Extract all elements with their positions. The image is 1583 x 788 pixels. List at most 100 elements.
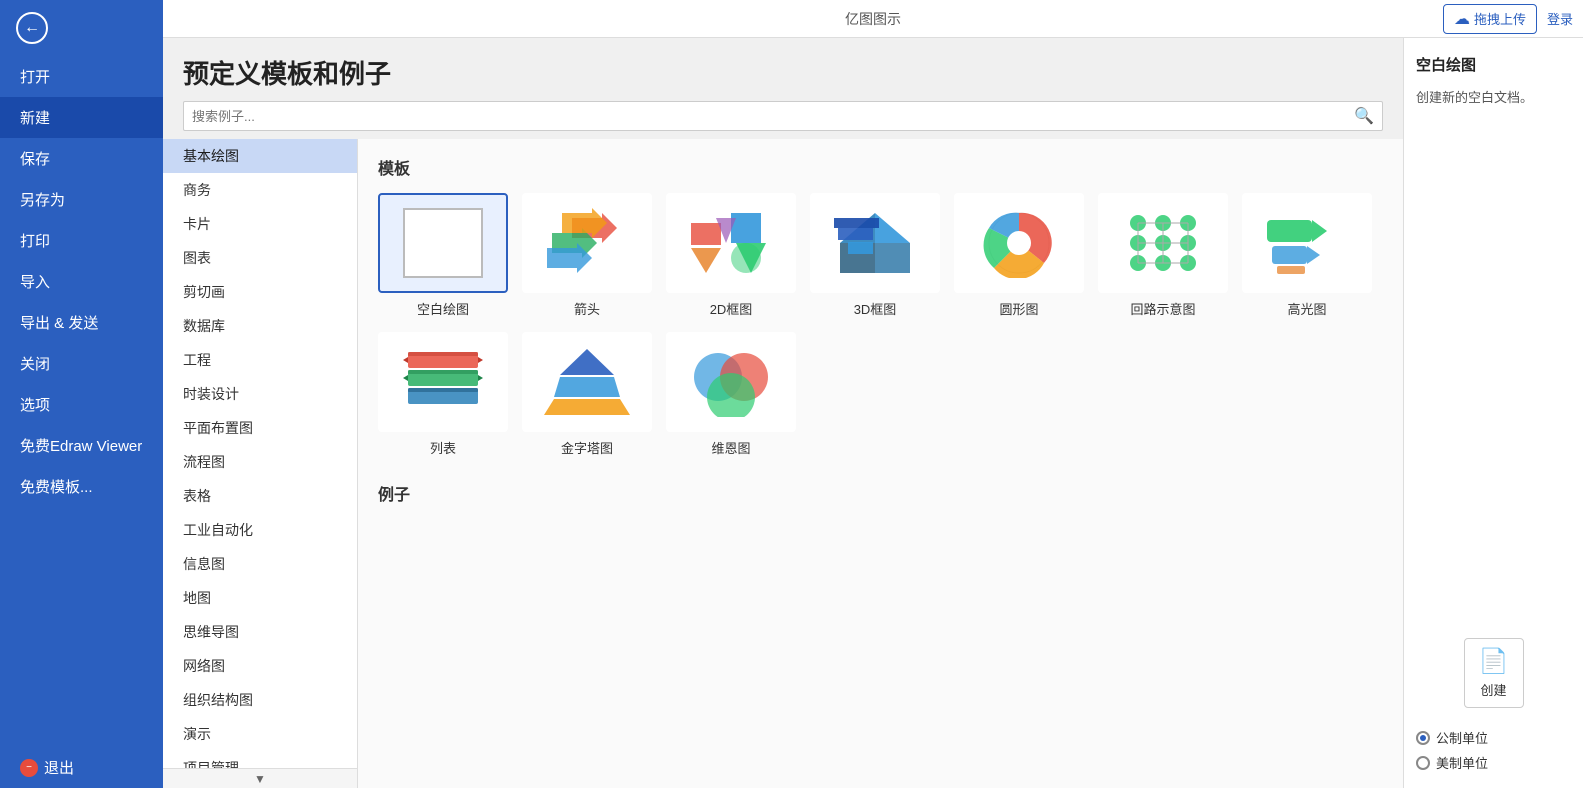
sidebar-item-new[interactable]: 新建 <box>0 97 163 138</box>
template-circuit-label: 回路示意图 <box>1130 299 1195 318</box>
sidebar-item-options[interactable]: 选项 <box>0 384 163 425</box>
template-circle-thumb <box>954 193 1084 293</box>
template-circle-label: 圆形图 <box>999 299 1038 318</box>
topbar-right: ☁ 拖拽上传 登录 <box>1443 4 1573 34</box>
category-item-business[interactable]: 商务 <box>163 173 357 207</box>
pyramid-thumb-svg <box>542 347 632 417</box>
circuit-thumb-svg <box>1118 208 1208 278</box>
back-icon: ← <box>16 12 48 44</box>
unit-radio-group: 公制单位 美制单位 <box>1416 728 1571 772</box>
center-body: 基本绘图 商务 卡片 图表 剪切画 数据库 工程 时装设计 平面布置图 流程图 … <box>163 139 1403 788</box>
center-panel: 预定义模板和例子 🔍 基本绘图 商务 卡片 图表 剪切画 <box>163 38 1403 788</box>
sidebar: ← 打开 新建 保存 另存为 打印 导入 导出 & 发送 关闭 选项 免费Edr… <box>0 0 163 788</box>
back-button[interactable]: ← <box>0 0 163 56</box>
category-item-map[interactable]: 地图 <box>163 581 357 615</box>
examples-section-title: 例子 <box>378 481 1383 505</box>
search-input[interactable] <box>192 109 1348 124</box>
unit-metric[interactable]: 公制单位 <box>1416 728 1571 747</box>
sidebar-nav: 打开 新建 保存 另存为 打印 导入 导出 & 发送 关闭 选项 免费Edraw… <box>0 56 163 788</box>
main-panel: 亿图图示 ☁ 拖拽上传 登录 预定义模板和例子 🔍 <box>163 0 1583 788</box>
sidebar-item-close[interactable]: 关闭 <box>0 343 163 384</box>
category-items-list: 基本绘图 商务 卡片 图表 剪切画 数据库 工程 时装设计 平面布置图 流程图 … <box>163 139 357 768</box>
create-doc-icon: 📄 <box>1479 647 1509 676</box>
upload-icon: ☁ <box>1454 9 1470 29</box>
template-pyramid-label: 金字塔图 <box>561 438 613 457</box>
upload-button[interactable]: ☁ 拖拽上传 <box>1443 4 1537 34</box>
sidebar-item-saveas[interactable]: 另存为 <box>0 179 163 220</box>
category-item-project[interactable]: 项目管理 <box>163 751 357 768</box>
sidebar-item-free-templates[interactable]: 免费模板... <box>0 466 163 507</box>
sidebar-item-save[interactable]: 保存 <box>0 138 163 179</box>
sidebar-item-print[interactable]: 打印 <box>0 220 163 261</box>
page-title: 预定义模板和例子 <box>183 54 1383 91</box>
template-3d-thumb <box>810 193 940 293</box>
category-scroll-down[interactable]: ▼ <box>163 768 357 788</box>
templates-section-title: 模板 <box>378 155 1383 179</box>
sidebar-item-export[interactable]: 导出 & 发送 <box>0 302 163 343</box>
template-2d-thumb <box>666 193 796 293</box>
right-panel-description: 创建新的空白文档。 <box>1416 87 1571 106</box>
category-item-database[interactable]: 数据库 <box>163 309 357 343</box>
search-icon: 🔍 <box>1354 106 1374 126</box>
category-item-basic[interactable]: 基本绘图 <box>163 139 357 173</box>
venn-thumb-svg <box>686 347 776 417</box>
create-btn-label: 创建 <box>1480 680 1506 699</box>
category-item-card[interactable]: 卡片 <box>163 207 357 241</box>
template-pyramid[interactable]: 金字塔图 <box>522 332 652 457</box>
template-arrow-thumb <box>522 193 652 293</box>
template-arrow[interactable]: 箭头 <box>522 193 652 318</box>
template-circle[interactable]: 圆形图 <box>954 193 1084 318</box>
template-list-thumb <box>378 332 508 432</box>
template-pyramid-thumb <box>522 332 652 432</box>
sidebar-item-edraw-viewer[interactable]: 免费Edraw Viewer <box>0 425 163 466</box>
template-3d-frame[interactable]: 3D框图 <box>810 193 940 318</box>
category-item-floorplan[interactable]: 平面布置图 <box>163 411 357 445</box>
template-blank-thumb <box>378 193 508 293</box>
arrow-thumb-svg <box>542 208 632 278</box>
template-venn[interactable]: 维恩图 <box>666 332 796 457</box>
category-item-fashion[interactable]: 时装设计 <box>163 377 357 411</box>
template-circuit[interactable]: 回路示意图 <box>1098 193 1228 318</box>
template-highlight[interactable]: 高光图 <box>1242 193 1372 318</box>
sidebar-item-import[interactable]: 导入 <box>0 261 163 302</box>
unit-metric-radio <box>1416 731 1430 745</box>
unit-imperial[interactable]: 美制单位 <box>1416 753 1571 772</box>
topbar: 亿图图示 ☁ 拖拽上传 登录 <box>163 0 1583 38</box>
3d-thumb-svg <box>830 208 920 278</box>
search-bar: 🔍 <box>183 101 1383 131</box>
category-scroll-wrapper: 基本绘图 商务 卡片 图表 剪切画 数据库 工程 时装设计 平面布置图 流程图 … <box>163 139 357 788</box>
category-item-industrial[interactable]: 工业自动化 <box>163 513 357 547</box>
template-highlight-thumb <box>1242 193 1372 293</box>
category-item-network[interactable]: 网络图 <box>163 649 357 683</box>
page-header: 预定义模板和例子 🔍 <box>163 38 1403 139</box>
category-item-clipart[interactable]: 剪切画 <box>163 275 357 309</box>
template-list[interactable]: 列表 <box>378 332 508 457</box>
right-panel: 空白绘图 创建新的空白文档。 📄 创建 公制单位 美制单位 <box>1403 38 1583 788</box>
logout-icon: − <box>20 759 38 777</box>
category-list: 基本绘图 商务 卡片 图表 剪切画 数据库 工程 时装设计 平面布置图 流程图 … <box>163 139 358 788</box>
template-blank[interactable]: 空白绘图 <box>378 193 508 318</box>
login-link[interactable]: 登录 <box>1547 9 1573 28</box>
templates-grid: 空白绘图 <box>378 193 1383 457</box>
right-panel-title: 空白绘图 <box>1416 54 1571 75</box>
template-venn-label: 维恩图 <box>711 438 750 457</box>
sidebar-item-logout[interactable]: − 退出 <box>0 747 163 788</box>
category-item-presentation[interactable]: 演示 <box>163 717 357 751</box>
template-arrow-label: 箭头 <box>574 299 600 318</box>
template-2d-frame[interactable]: 2D框图 <box>666 193 796 318</box>
category-item-chart[interactable]: 图表 <box>163 241 357 275</box>
category-item-infographic[interactable]: 信息图 <box>163 547 357 581</box>
template-2d-label: 2D框图 <box>710 299 753 318</box>
category-item-table[interactable]: 表格 <box>163 479 357 513</box>
category-item-mindmap[interactable]: 思维导图 <box>163 615 357 649</box>
templates-area: 模板 空白绘图 <box>358 139 1403 788</box>
create-button[interactable]: 📄 创建 <box>1464 638 1524 708</box>
category-item-orgchart[interactable]: 组织结构图 <box>163 683 357 717</box>
category-item-engineering[interactable]: 工程 <box>163 343 357 377</box>
2d-thumb-svg <box>686 208 776 278</box>
template-highlight-label: 高光图 <box>1287 299 1326 318</box>
template-3d-label: 3D框图 <box>854 299 897 318</box>
app-title: 亿图图示 <box>845 9 901 29</box>
category-item-flowchart[interactable]: 流程图 <box>163 445 357 479</box>
sidebar-item-open[interactable]: 打开 <box>0 56 163 97</box>
